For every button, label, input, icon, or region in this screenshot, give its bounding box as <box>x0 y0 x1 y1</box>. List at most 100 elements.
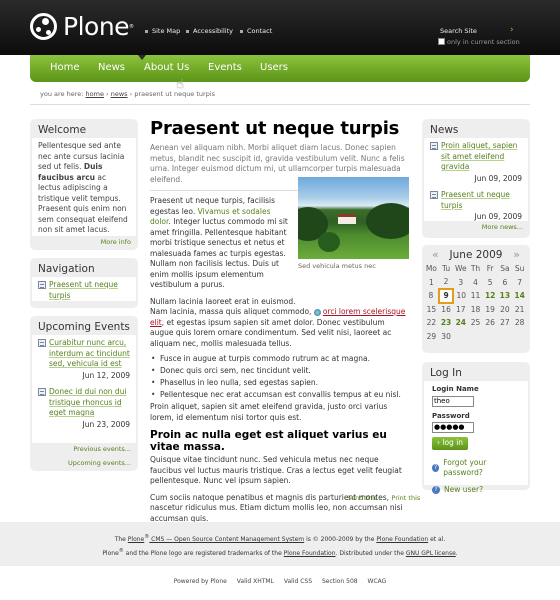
help-icon: ? <box>432 485 440 494</box>
calendar-day[interactable]: 14 <box>512 289 527 303</box>
powered-by-plone-link[interactable]: Powered by Plone <box>174 578 227 585</box>
calendar-day[interactable]: 24 <box>453 316 468 330</box>
plone-foundation-link[interactable]: Plone Foundation <box>376 536 428 543</box>
breadcrumb-separator: › <box>129 90 133 98</box>
gpl-license-link[interactable]: GNU GPL license <box>406 550 456 557</box>
breadcrumb-current: praesent ut neque turpis <box>134 90 216 98</box>
tab-home[interactable]: Home <box>50 62 80 73</box>
password-field[interactable]: ●●●●● <box>432 422 474 433</box>
calendar-day[interactable]: 23 <box>439 316 454 330</box>
welcome-text: Pellentesque sed ante nec ante cursus la… <box>32 138 136 236</box>
calendar-day: 27 <box>500 318 510 328</box>
calendar-day: 21 <box>514 304 525 314</box>
tab-users[interactable]: Users <box>260 62 288 73</box>
calendar-day[interactable]: 12 <box>483 289 498 303</box>
plone-logo[interactable]: Plone ® <box>30 12 134 41</box>
navigation-item-label[interactable]: Praesent ut neque turpis <box>49 280 130 301</box>
print-this-link[interactable]: Print this <box>391 494 420 502</box>
event-item[interactable]: Curabitur nunc arcu, interdum ac tincidu… <box>38 338 130 370</box>
navigation-item[interactable]: Praesent ut neque turpis <box>38 280 130 301</box>
logo-registered-mark: ® <box>129 23 135 30</box>
calendar-day: 6 <box>502 277 508 287</box>
image-caption: Sed vehicula metus nec <box>298 262 376 270</box>
news-item-title[interactable]: Praesent ut neque turpis <box>441 190 522 211</box>
valid-css-link[interactable]: Valid CSS <box>284 578 312 585</box>
current-section-label: only in current section <box>447 38 520 46</box>
plone-cms-link[interactable]: CMS — Open Source Content Management Sys… <box>149 536 304 543</box>
calendar-day: 30 <box>441 331 451 341</box>
bullet-icon <box>240 29 243 33</box>
password-label: Password <box>432 411 470 420</box>
event-title[interactable]: Curabitur nunc arcu, interdum ac tincidu… <box>49 338 130 370</box>
breadcrumb: you are here: home › news › praesent ut … <box>40 90 215 98</box>
site-map-link[interactable]: Site Map <box>145 27 180 35</box>
colophon: Powered by Plone Valid XHTML Valid CSS S… <box>0 578 560 585</box>
event-item[interactable]: Donec id dui non dui tristique rhoncus i… <box>38 387 130 419</box>
current-section-checkbox[interactable] <box>438 38 445 45</box>
welcome-portlet: Welcome Pellentesque sed ante nec ante c… <box>30 119 138 250</box>
news-icon <box>430 191 438 199</box>
list-item: Fusce in augue at turpis commodo rutrum … <box>151 354 410 363</box>
calendar-day: 3 <box>458 277 464 287</box>
upcoming-events-link[interactable]: Upcoming events... <box>68 459 131 467</box>
previous-events-link[interactable]: Previous events... <box>73 445 131 453</box>
calendar-weekday: Tu <box>441 264 451 274</box>
event-date: Jun 12, 2009 <box>82 370 130 380</box>
news-item[interactable]: Proin aliquet, sapien sit amet eleifend … <box>430 141 522 173</box>
help-icon: ? <box>432 464 440 472</box>
news-item-title[interactable]: Proin aliquet, sapien sit amet eleifend … <box>441 141 522 173</box>
event-icon <box>38 388 46 396</box>
breadcrumb-home[interactable]: home <box>86 90 104 98</box>
login-name-field[interactable]: theo <box>432 395 474 407</box>
tab-about-us[interactable]: About Us <box>144 62 189 73</box>
calendar-day: 15 <box>426 304 437 314</box>
calendar-day: 17 <box>456 304 466 314</box>
search-input[interactable]: Search Site <box>440 27 477 35</box>
search-submit-icon[interactable]: › <box>510 25 514 35</box>
calendar-grid: Mo Tu We Th Fr Sa Su 1 2 3 4 5 6 7 8 9 10 11 12 13 14 15 16 17… <box>424 262 528 343</box>
breadcrumb-news[interactable]: news <box>111 90 128 98</box>
tab-news[interactable]: News <box>98 62 125 73</box>
calendar-header: « June 2009 » <box>422 245 530 262</box>
calendar-day[interactable]: 9 <box>437 288 455 304</box>
plone-link[interactable]: Plone <box>128 536 144 543</box>
navigation-portlet: Navigation Praesent ut neque turpis <box>30 258 138 308</box>
plone-logo-icon <box>30 13 57 40</box>
landscape-image[interactable] <box>298 177 409 259</box>
contact-link[interactable]: Contact <box>240 27 272 35</box>
breadcrumb-prefix: you are here: <box>40 90 84 98</box>
global-nav: Home News About Us Events Users <box>30 55 530 82</box>
next-month-icon[interactable]: » <box>513 248 520 261</box>
calendar-day: 16 <box>441 305 451 315</box>
accessibility-link[interactable]: Accessibility <box>186 27 233 35</box>
new-user-link[interactable]: ? New user? <box>432 485 520 496</box>
send-this-link[interactable]: Send this <box>347 494 377 502</box>
previous-month-icon[interactable]: « <box>432 248 439 261</box>
forgot-password-link[interactable]: ? Forgot your password? <box>432 458 520 479</box>
valid-xhtml-link[interactable]: Valid XHTML <box>237 578 274 585</box>
more-info-link[interactable]: More info <box>101 238 131 246</box>
calendar-weekday: Sa <box>500 264 510 274</box>
calendar-day: 18 <box>470 304 481 314</box>
login-button[interactable]: › log in <box>432 437 469 450</box>
news-item[interactable]: Praesent ut neque turpis <box>430 190 522 211</box>
plone-foundation-link[interactable]: Plone Foundation <box>284 550 336 557</box>
wcag-link[interactable]: WCAG <box>368 578 387 585</box>
subheading: Proin ac nulla eget est aliquet varius e… <box>150 429 387 453</box>
section-508-link[interactable]: Section 508 <box>322 578 358 585</box>
calendar-day: 4 <box>473 277 478 287</box>
image-figure: Sed vehicula metus nec <box>298 177 409 270</box>
event-icon <box>38 339 46 347</box>
event-date: Jun 23, 2009 <box>82 419 130 429</box>
calendar-weekday: We <box>454 264 467 274</box>
list-item: Donec quis orci sem, nec tincidunt velit… <box>151 366 410 375</box>
more-news-link[interactable]: More news... <box>482 223 523 231</box>
calendar-day: 10 <box>456 291 467 301</box>
calendar-day[interactable]: 13 <box>498 289 513 303</box>
event-title[interactable]: Donec id dui non dui tristique rhoncus i… <box>49 387 130 419</box>
calendar-day: 19 <box>485 304 495 314</box>
calendar-day: 22 <box>426 318 437 328</box>
tab-events[interactable]: Events <box>208 62 242 73</box>
paragraph: Praesent ut neque turpis, facilisis eges… <box>150 196 288 289</box>
news-title: News <box>430 124 459 136</box>
